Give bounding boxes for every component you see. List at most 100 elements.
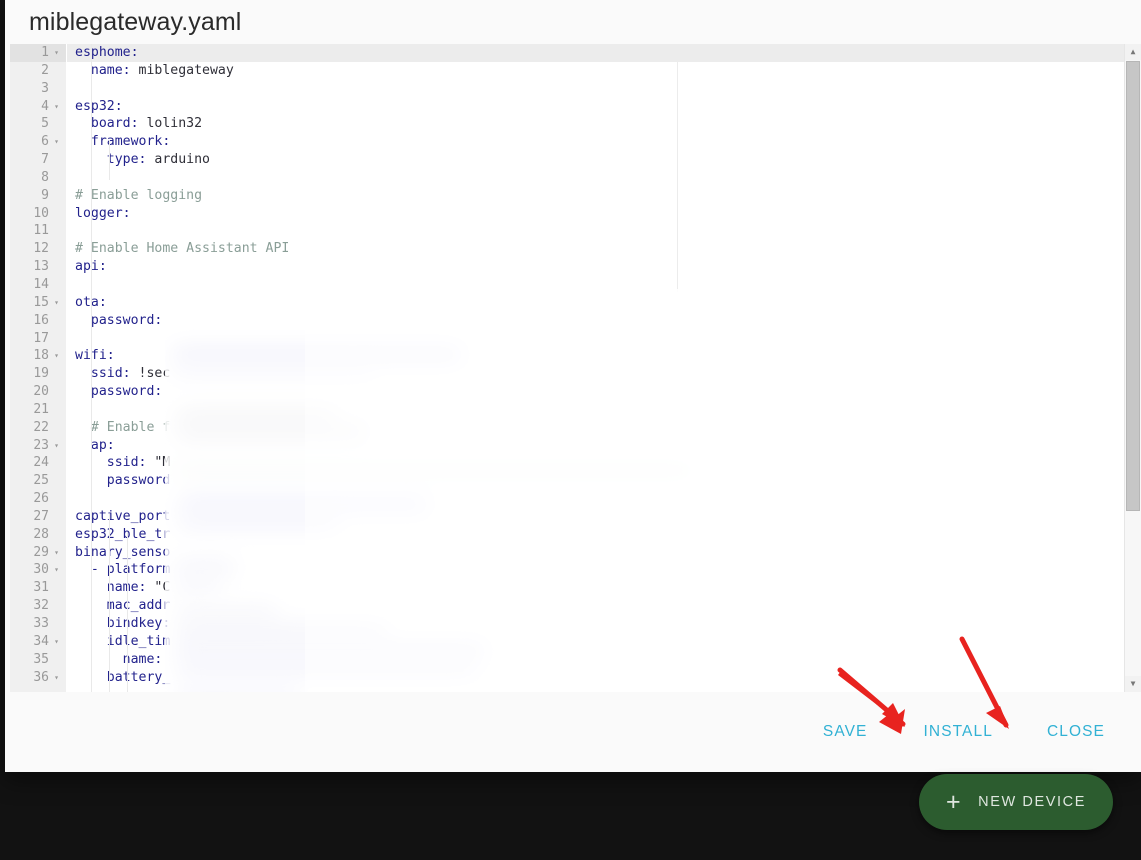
fold-toggle-icon[interactable]: ▾ bbox=[51, 98, 62, 116]
line-number[interactable]: 27▾ bbox=[10, 508, 66, 526]
line-number[interactable]: 34 ▾ bbox=[10, 633, 66, 651]
code-line[interactable]: # Enable logging bbox=[67, 187, 1141, 205]
code-line[interactable]: esphome: bbox=[67, 44, 1141, 62]
fold-toggle-icon[interactable]: ▾ bbox=[51, 294, 62, 312]
line-number[interactable]: 26▾ bbox=[10, 490, 66, 508]
line-number[interactable]: 1 ▾ bbox=[10, 44, 66, 62]
line-number-label: 36 bbox=[33, 669, 49, 685]
line-number[interactable]: 11▾ bbox=[10, 222, 66, 240]
close-button[interactable]: CLOSE bbox=[1033, 713, 1119, 751]
line-number-gutter[interactable]: 1▾2▾3▾4▾5▾6▾7▾8▾9▾10▾11▾12▾13▾14▾15▾16▾1… bbox=[10, 44, 67, 692]
line-number[interactable]: 3▾ bbox=[10, 80, 66, 98]
line-number[interactable]: 17▾ bbox=[10, 330, 66, 348]
code-editor-container[interactable]: 1▾2▾3▾4▾5▾6▾7▾8▾9▾10▾11▾12▾13▾14▾15▾16▾1… bbox=[10, 44, 1141, 693]
line-number[interactable]: 7▾ bbox=[10, 151, 66, 169]
code-line[interactable]: name: bbox=[67, 651, 1141, 669]
line-number[interactable]: 33▾ bbox=[10, 615, 66, 633]
line-number[interactable]: 21▾ bbox=[10, 401, 66, 419]
code-line[interactable] bbox=[67, 401, 1141, 419]
line-number[interactable]: 22▾ bbox=[10, 419, 66, 437]
install-button[interactable]: INSTALL bbox=[910, 713, 1007, 751]
code-line[interactable]: - platform bbox=[67, 561, 1141, 579]
line-number[interactable]: 14▾ bbox=[10, 276, 66, 294]
scroll-down-arrow-icon[interactable]: ▼ bbox=[1125, 676, 1141, 692]
line-number[interactable]: 13▾ bbox=[10, 258, 66, 276]
line-number[interactable]: 9▾ bbox=[10, 187, 66, 205]
code-line[interactable]: idle_tim bbox=[67, 633, 1141, 651]
line-number[interactable]: 6 ▾ bbox=[10, 133, 66, 151]
code-line[interactable] bbox=[67, 490, 1141, 508]
line-number[interactable]: 15 ▾ bbox=[10, 294, 66, 312]
code-line[interactable]: # Enable Home Assistant API bbox=[67, 240, 1141, 258]
line-number[interactable]: 2▾ bbox=[10, 62, 66, 80]
code-line[interactable] bbox=[67, 276, 1141, 294]
code-token: password: bbox=[90, 312, 163, 328]
line-number[interactable]: 16▾ bbox=[10, 312, 66, 330]
code-line[interactable]: battery_ bbox=[67, 669, 1141, 687]
code-content[interactable]: esphome: name: miblegateway esp32: board… bbox=[67, 44, 1141, 692]
code-line[interactable] bbox=[67, 80, 1141, 98]
code-line[interactable]: # Enable f bbox=[67, 419, 1141, 437]
fold-toggle-icon[interactable]: ▾ bbox=[51, 133, 62, 151]
line-number[interactable]: 30 ▾ bbox=[10, 561, 66, 579]
fold-toggle-icon[interactable]: ▾ bbox=[51, 44, 62, 62]
code-line[interactable]: ota: bbox=[67, 294, 1141, 312]
code-line[interactable]: password: bbox=[67, 312, 1141, 330]
line-number[interactable]: 29 ▾ bbox=[10, 544, 66, 562]
line-number[interactable]: 36 ▾ bbox=[10, 669, 66, 687]
line-number[interactable]: 5▾ bbox=[10, 115, 66, 133]
code-line[interactable]: captive_port bbox=[67, 508, 1141, 526]
line-number[interactable]: 28▾ bbox=[10, 526, 66, 544]
code-line[interactable]: logger: bbox=[67, 205, 1141, 223]
code-line[interactable] bbox=[67, 169, 1141, 187]
code-line[interactable]: binary_senso bbox=[67, 544, 1141, 562]
fold-toggle-icon[interactable]: ▾ bbox=[51, 437, 62, 455]
line-number[interactable]: 4 ▾ bbox=[10, 98, 66, 116]
code-line[interactable]: password bbox=[67, 472, 1141, 490]
code-line[interactable]: esp32_ble_tr bbox=[67, 526, 1141, 544]
line-number[interactable]: 10▾ bbox=[10, 205, 66, 223]
code-line[interactable]: framework: bbox=[67, 133, 1141, 151]
fold-toggle-icon[interactable]: ▾ bbox=[51, 544, 62, 562]
line-number[interactable]: 20▾ bbox=[10, 383, 66, 401]
line-number[interactable]: 12▾ bbox=[10, 240, 66, 258]
code-line[interactable] bbox=[67, 222, 1141, 240]
code-line[interactable]: ssid: "M bbox=[67, 454, 1141, 472]
code-line[interactable]: name: "C bbox=[67, 579, 1141, 597]
line-number-label: 26 bbox=[33, 491, 49, 507]
code-token: - bbox=[90, 562, 107, 578]
code-line[interactable]: board: lolin32 bbox=[67, 115, 1141, 133]
save-button[interactable]: SAVE bbox=[809, 713, 882, 751]
code-line[interactable]: type: arduino bbox=[67, 151, 1141, 169]
line-number[interactable]: 8▾ bbox=[10, 169, 66, 187]
editor-vertical-scrollbar[interactable]: ▲ ▼ bbox=[1124, 44, 1141, 692]
code-line[interactable]: password: bbox=[67, 383, 1141, 401]
fold-toggle-icon[interactable]: ▾ bbox=[51, 347, 62, 365]
line-number[interactable]: 35▾ bbox=[10, 651, 66, 669]
code-line[interactable]: ssid: !sec bbox=[67, 365, 1141, 383]
code-editor[interactable]: 1▾2▾3▾4▾5▾6▾7▾8▾9▾10▾11▾12▾13▾14▾15▾16▾1… bbox=[10, 44, 1141, 692]
line-number[interactable]: 23 ▾ bbox=[10, 437, 66, 455]
code-line[interactable]: bindkey: bbox=[67, 615, 1141, 633]
line-number[interactable]: 32▾ bbox=[10, 597, 66, 615]
line-number[interactable]: 25▾ bbox=[10, 472, 66, 490]
line-number-label: 21 bbox=[33, 401, 49, 417]
code-line[interactable]: name: miblegateway bbox=[67, 62, 1141, 80]
new-device-fab[interactable]: + NEW DEVICE bbox=[919, 774, 1113, 830]
code-line[interactable]: wifi: bbox=[67, 347, 1141, 365]
code-line[interactable]: ap: bbox=[67, 437, 1141, 455]
code-line[interactable]: esp32: bbox=[67, 98, 1141, 116]
fold-toggle-icon[interactable]: ▾ bbox=[51, 633, 62, 651]
code-line[interactable]: api: bbox=[67, 258, 1141, 276]
code-line[interactable]: mac_addr bbox=[67, 597, 1141, 615]
scrollbar-thumb[interactable] bbox=[1126, 61, 1140, 511]
fold-toggle-icon[interactable]: ▾ bbox=[51, 669, 62, 687]
scroll-up-arrow-icon[interactable]: ▲ bbox=[1125, 44, 1141, 60]
line-number-label: 5 bbox=[41, 116, 49, 132]
line-number[interactable]: 31▾ bbox=[10, 579, 66, 597]
line-number[interactable]: 24▾ bbox=[10, 454, 66, 472]
fold-toggle-icon[interactable]: ▾ bbox=[51, 561, 62, 579]
line-number[interactable]: 18 ▾ bbox=[10, 347, 66, 365]
line-number[interactable]: 19▾ bbox=[10, 365, 66, 383]
code-line[interactable] bbox=[67, 330, 1141, 348]
